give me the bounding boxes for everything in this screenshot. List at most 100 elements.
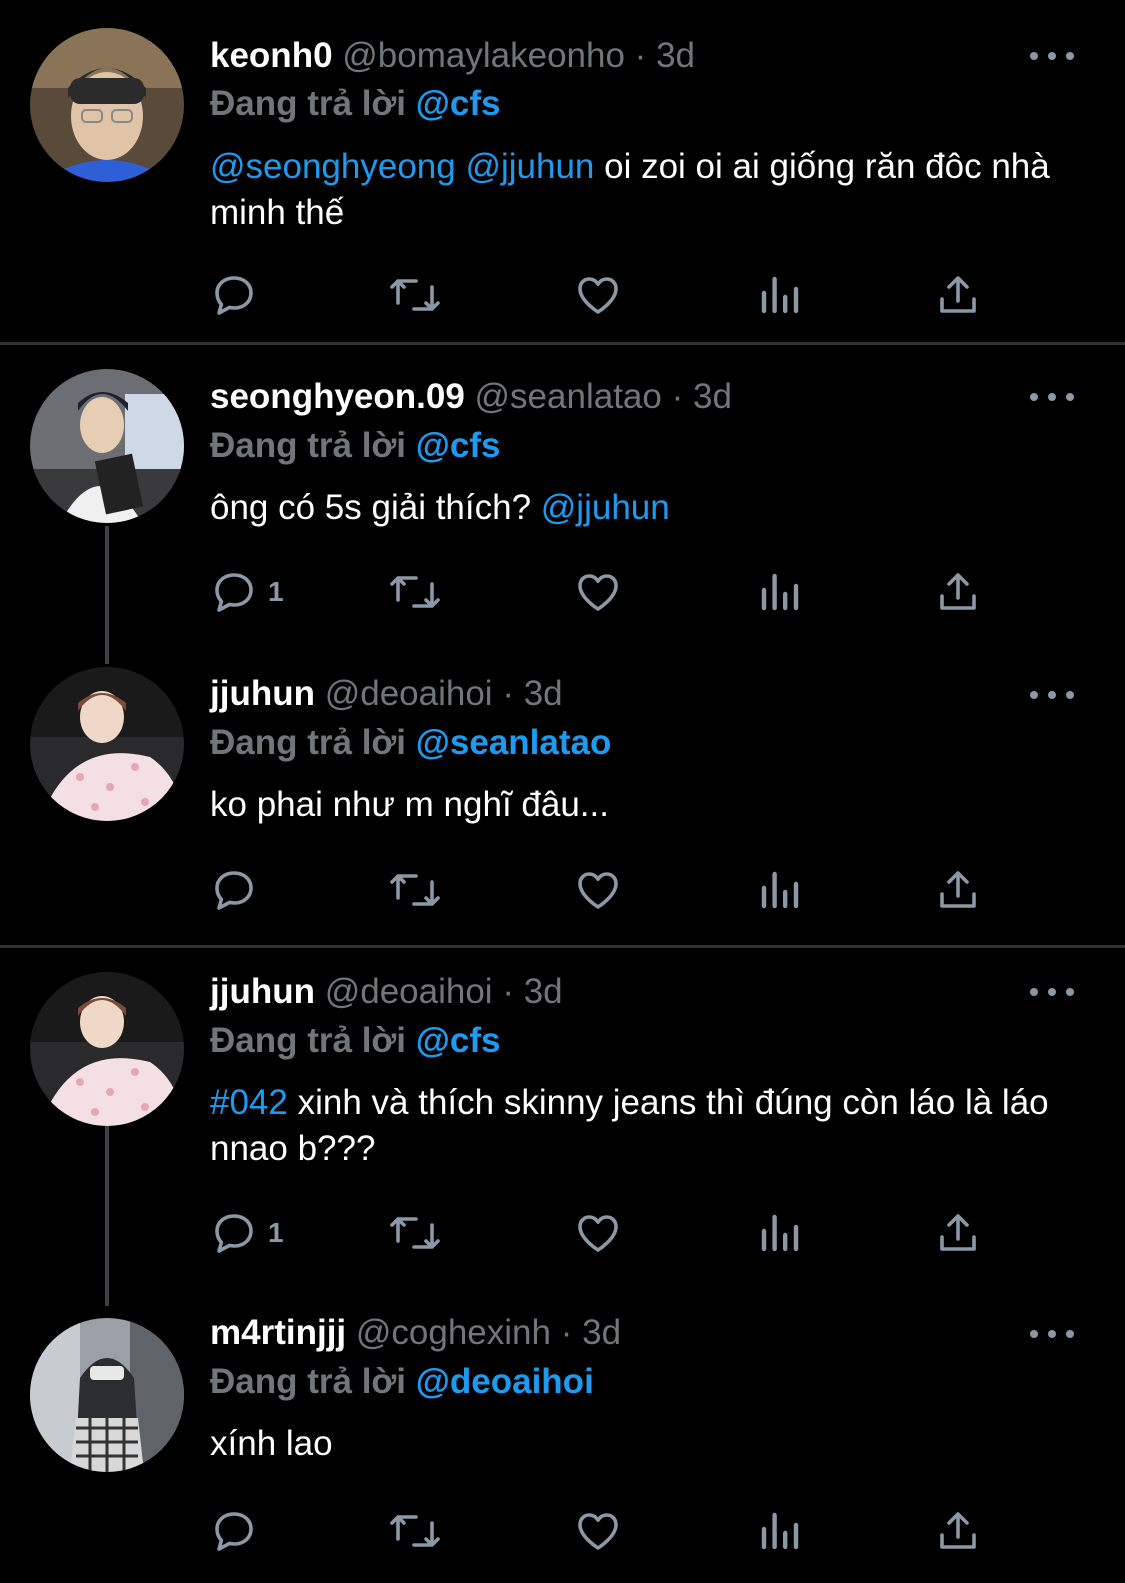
more-icon[interactable] bbox=[1030, 46, 1074, 66]
reply-button[interactable]: 1 bbox=[210, 1208, 284, 1258]
retweet-button[interactable] bbox=[388, 865, 442, 915]
separator-dot: · bbox=[560, 1313, 573, 1352]
timestamp[interactable]: 3d bbox=[693, 377, 732, 416]
tweet-4[interactable]: jjuhun @deoaihoi · 3d Đang trả lời @cfs … bbox=[0, 948, 1125, 1288]
share-button[interactable] bbox=[934, 1506, 982, 1556]
separator-dot: · bbox=[502, 972, 514, 1011]
display-name[interactable]: seonghyeon.09 bbox=[210, 377, 465, 416]
tweet-text: @seonghyeong @jjuhun oi zoi oi ai giống … bbox=[210, 144, 1090, 236]
replying-to-link[interactable]: @deoaihoi bbox=[416, 1362, 594, 1401]
share-icon bbox=[940, 1512, 976, 1549]
user-handle[interactable]: @deoaihoi bbox=[325, 674, 493, 713]
user-handle[interactable]: @seanlatao bbox=[475, 377, 662, 416]
share-button[interactable] bbox=[934, 567, 982, 617]
views-button[interactable] bbox=[756, 270, 804, 320]
tweet-header: jjuhun @deoaihoi · 3d bbox=[210, 970, 563, 1014]
like-button[interactable] bbox=[574, 1208, 622, 1258]
share-icon bbox=[940, 573, 976, 610]
tweet-text-body: xinh và thích skinny jeans thì đúng còn … bbox=[210, 1083, 1049, 1168]
reply-icon bbox=[215, 1512, 253, 1551]
share-button[interactable] bbox=[934, 1208, 982, 1258]
separator-dot: · bbox=[502, 674, 514, 713]
tweet-text-body: xính lao bbox=[210, 1424, 333, 1463]
views-icon bbox=[761, 573, 799, 611]
reply-button[interactable]: 1 bbox=[210, 567, 284, 617]
user-handle[interactable]: @coghexinh bbox=[356, 1313, 551, 1352]
replying-to-link[interactable]: @cfs bbox=[416, 1021, 501, 1060]
retweet-button[interactable] bbox=[388, 1208, 442, 1258]
heart-icon bbox=[578, 1215, 618, 1252]
more-icon[interactable] bbox=[1030, 1324, 1074, 1344]
reply-button[interactable] bbox=[210, 865, 268, 915]
tweet-header: m4rtinjjj @coghexinh · 3d bbox=[210, 1311, 621, 1355]
replying-to: Đang trả lời @deoaihoi bbox=[210, 1360, 594, 1404]
reply-icon bbox=[215, 871, 253, 910]
action-bar bbox=[210, 865, 990, 915]
like-button[interactable] bbox=[574, 865, 622, 915]
tweet-text: xính lao bbox=[210, 1421, 1090, 1467]
tweet-5[interactable]: m4rtinjjj @coghexinh · 3d Đang trả lời @… bbox=[0, 1288, 1125, 1583]
reply-button[interactable] bbox=[210, 270, 268, 320]
avatar[interactable] bbox=[30, 667, 184, 821]
replying-label: Đang trả lời bbox=[210, 723, 407, 762]
reply-count: 1 bbox=[268, 576, 284, 607]
more-icon[interactable] bbox=[1030, 387, 1074, 407]
user-handle[interactable]: @deoaihoi bbox=[325, 972, 493, 1011]
tweet-text-body: ko phai như m nghĩ đâu... bbox=[210, 785, 609, 824]
tweet-header: keonh0 @bomaylakeonho · 3d bbox=[210, 34, 695, 78]
timestamp[interactable]: 3d bbox=[524, 674, 563, 713]
mention-link[interactable]: @seonghyeong bbox=[210, 147, 456, 186]
views-button[interactable] bbox=[756, 865, 804, 915]
replying-to-link[interactable]: @cfs bbox=[416, 84, 501, 123]
avatar[interactable] bbox=[30, 369, 184, 523]
views-button[interactable] bbox=[756, 1208, 804, 1258]
tweet-text: ko phai như m nghĩ đâu... bbox=[210, 782, 1090, 828]
display-name[interactable]: jjuhun bbox=[210, 674, 315, 713]
retweet-button[interactable] bbox=[388, 567, 442, 617]
views-button[interactable] bbox=[756, 1506, 804, 1556]
reply-icon bbox=[215, 573, 253, 612]
separator-dot: · bbox=[634, 36, 647, 75]
avatar[interactable] bbox=[30, 1318, 184, 1472]
like-button[interactable] bbox=[574, 270, 622, 320]
heart-icon bbox=[578, 574, 618, 611]
mention-link[interactable]: @jjuhun bbox=[541, 488, 670, 527]
like-button[interactable] bbox=[574, 567, 622, 617]
timestamp[interactable]: 3d bbox=[582, 1313, 621, 1352]
reply-button[interactable] bbox=[210, 1506, 268, 1556]
share-button[interactable] bbox=[934, 270, 982, 320]
mention-link[interactable]: @jjuhun bbox=[465, 147, 594, 186]
action-bar bbox=[210, 270, 990, 320]
replying-to-link[interactable]: @cfs bbox=[416, 426, 501, 465]
more-icon[interactable] bbox=[1030, 982, 1074, 1002]
replying-to: Đang trả lời @cfs bbox=[210, 82, 500, 126]
tweet-3[interactable]: jjuhun @deoaihoi · 3d Đang trả lời @sean… bbox=[0, 645, 1125, 945]
avatar[interactable] bbox=[30, 28, 184, 182]
tweet-header: jjuhun @deoaihoi · 3d bbox=[210, 672, 563, 716]
views-button[interactable] bbox=[756, 567, 804, 617]
retweet-button[interactable] bbox=[388, 270, 442, 320]
retweet-button[interactable] bbox=[388, 1506, 442, 1556]
replying-label: Đang trả lời bbox=[210, 84, 407, 123]
display-name[interactable]: jjuhun bbox=[210, 972, 315, 1011]
avatar[interactable] bbox=[30, 972, 184, 1126]
heart-icon bbox=[578, 872, 618, 909]
action-bar: 1 bbox=[210, 1208, 990, 1258]
user-handle[interactable]: @bomaylakeonho bbox=[342, 36, 625, 75]
tweet-text: ông có 5s giải thích? @jjuhun bbox=[210, 485, 1090, 531]
tweet-2[interactable]: seonghyeon.09 @seanlatao · 3d Đang trả l… bbox=[0, 345, 1125, 645]
action-bar bbox=[210, 1506, 990, 1556]
tweet-1[interactable]: keonh0 @bomaylakeonho · 3d Đang trả lời … bbox=[0, 0, 1125, 345]
timestamp[interactable]: 3d bbox=[656, 36, 695, 75]
timestamp[interactable]: 3d bbox=[524, 972, 563, 1011]
hashtag-link[interactable]: #042 bbox=[210, 1083, 288, 1122]
retweet-icon bbox=[390, 576, 440, 608]
share-button[interactable] bbox=[934, 865, 982, 915]
replying-label: Đang trả lời bbox=[210, 1362, 407, 1401]
reply-icon bbox=[215, 1214, 253, 1253]
more-icon[interactable] bbox=[1030, 685, 1074, 705]
display-name[interactable]: keonh0 bbox=[210, 36, 333, 75]
display-name[interactable]: m4rtinjjj bbox=[210, 1313, 346, 1352]
replying-to-link[interactable]: @seanlatao bbox=[416, 723, 612, 762]
like-button[interactable] bbox=[574, 1506, 622, 1556]
